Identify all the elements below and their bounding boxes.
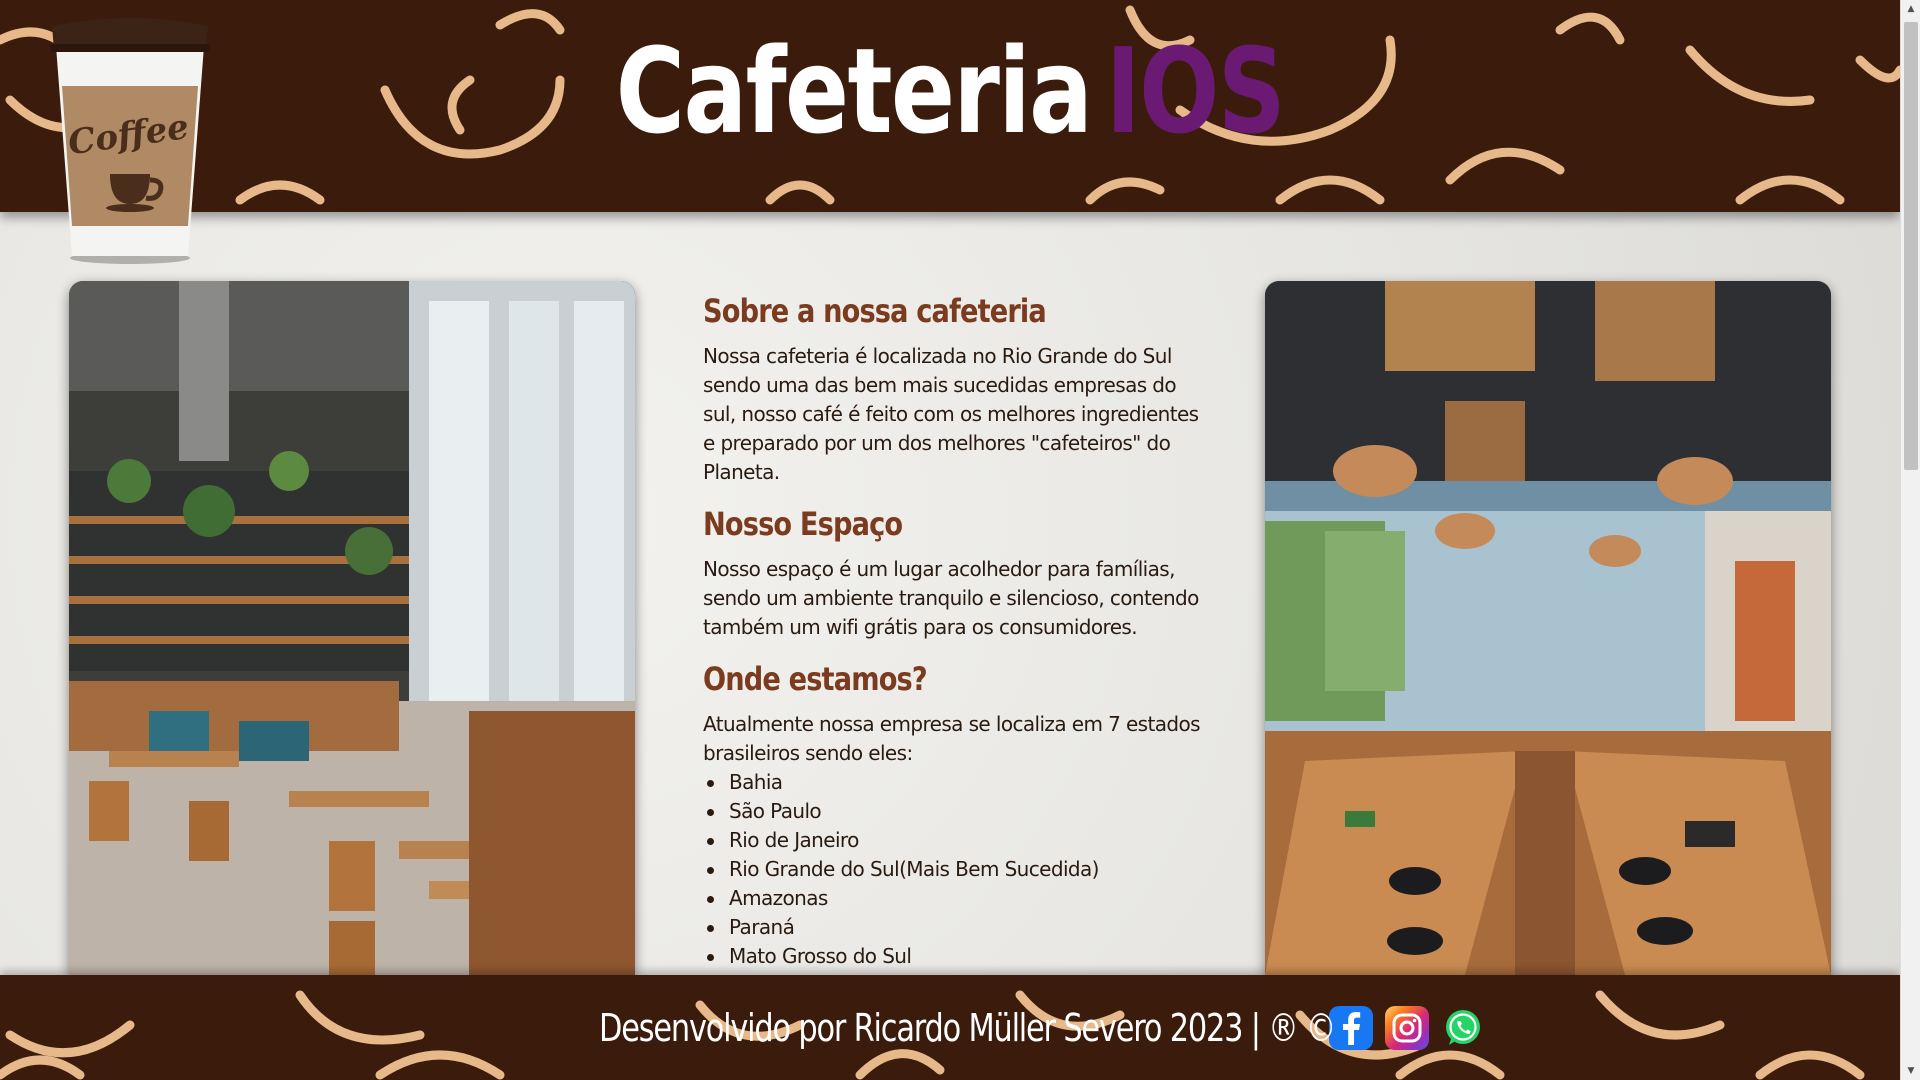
cafe-interior-photo-left [69, 281, 635, 975]
coffee-cup-logo: Coffee [50, 18, 210, 264]
list-item: Paraná [703, 913, 1203, 942]
section-text-about: Nossa cafeteria é localizada no Rio Gran… [703, 344, 1199, 484]
states-list: Bahia São Paulo Rio de Janeiro Rio Grand… [703, 768, 1203, 971]
list-item: Rio Grande do Sul(Mais Bem Sucedida) [703, 855, 1203, 884]
site-title: Cafeteria IOS [190, 22, 1710, 160]
list-item: Mato Grosso do Sul [703, 942, 1203, 971]
section-heading-space: Nosso Espaço [703, 505, 903, 543]
about-content: Sobre a nossa cafeteria Nossa cafeteria … [703, 292, 1203, 975]
cafe-interior-photo-right [1265, 281, 1831, 975]
section-heading-about: Sobre a nossa cafeteria [703, 292, 1047, 330]
section-text-location: Atualmente nossa empresa se localiza em … [703, 712, 1201, 765]
site-title-accent: IOS [1105, 22, 1286, 160]
site-header: Cafeteria IOS [0, 0, 1900, 212]
list-item: Amazonas [703, 884, 1203, 913]
page-scrollbar[interactable]: ▲ ▼ [1900, 0, 1920, 1080]
instagram-icon[interactable] [1385, 1006, 1430, 1050]
scroll-down-arrow[interactable]: ▼ [1901, 1062, 1920, 1080]
whatsapp-icon[interactable] [1441, 1006, 1485, 1050]
section-text-space: Nosso espaço é um lugar acolhedor para f… [703, 557, 1199, 639]
footer-credits: Desenvolvido por Ricardo Müller Severo 2… [598, 1006, 1336, 1050]
facebook-icon[interactable] [1329, 1006, 1374, 1050]
list-item: São Paulo [703, 797, 1203, 826]
scroll-up-arrow[interactable]: ▲ [1901, 0, 1920, 18]
list-item: Rio de Janeiro [703, 826, 1203, 855]
section-heading-location: Onde estamos? [703, 660, 928, 698]
site-title-main: Cafeteria [615, 22, 1093, 160]
scroll-thumb[interactable] [1904, 22, 1918, 470]
footer-bar: Desenvolvido por Ricardo Müller Severo 2… [0, 998, 1900, 1058]
list-item: Bahia [703, 768, 1203, 797]
